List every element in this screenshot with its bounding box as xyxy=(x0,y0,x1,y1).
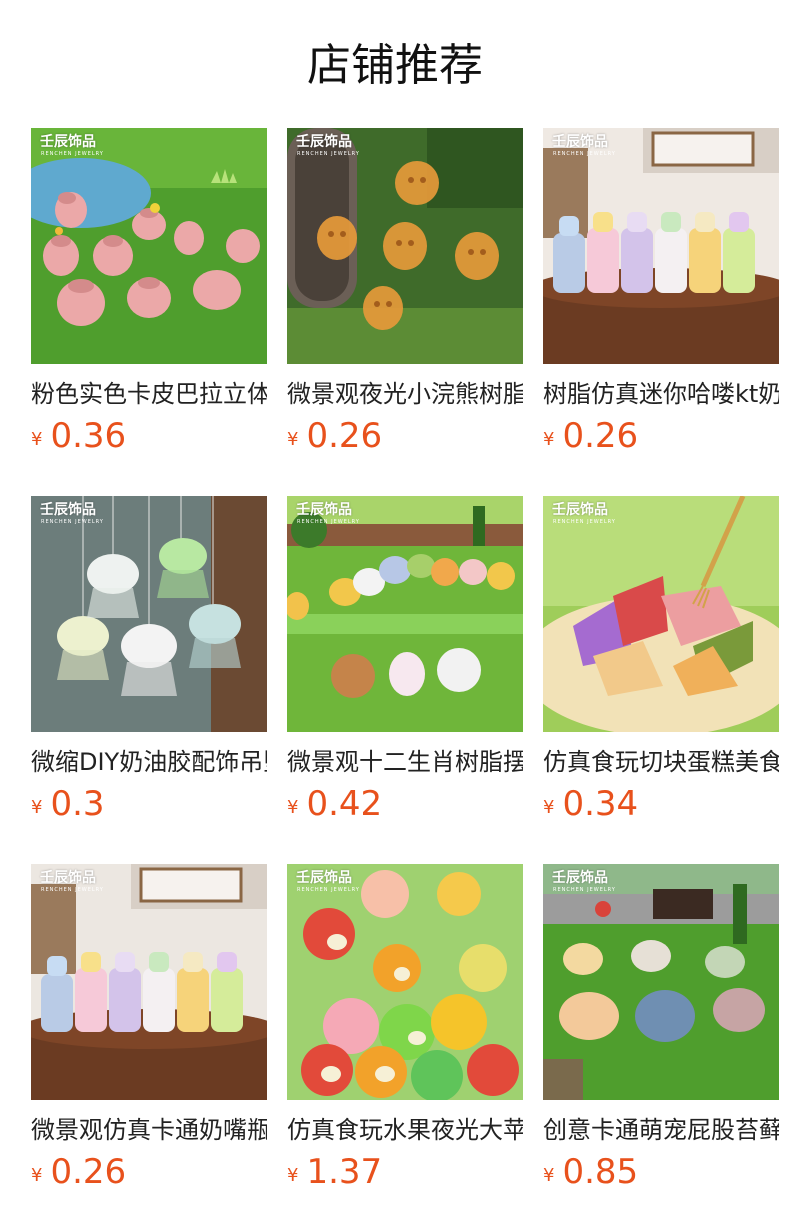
currency-symbol: ¥ xyxy=(543,1165,555,1186)
currency-symbol: ¥ xyxy=(287,1165,299,1186)
product-name[interactable]: 微景观十二生肖树脂摆件 xyxy=(287,745,523,779)
currency-symbol: ¥ xyxy=(31,797,43,818)
brand-logo-sub: RENCHEN JEWELRY xyxy=(41,519,104,525)
product-card[interactable]: 壬辰饰品 RENCHEN JEWELRY 微景观十二生肖树脂摆件 ¥0.42 xyxy=(287,496,523,836)
price-value: 0.85 xyxy=(562,1152,639,1192)
page-title: 店铺推荐 xyxy=(307,40,483,91)
product-price: ¥1.37 xyxy=(287,1150,382,1194)
brand-logo: 壬辰饰品 xyxy=(552,502,608,518)
product-image[interactable]: 壬辰饰品 RENCHEN JEWELRY xyxy=(543,128,779,364)
brand-logo-sub: RENCHEN JEWELRY xyxy=(41,151,104,157)
product-name[interactable]: 仿真食玩切块蛋糕美食 xyxy=(543,745,779,779)
product-card[interactable]: 壬辰饰品 RENCHEN JEWELRY 微景观夜光小浣熊树脂 ¥0.26 xyxy=(287,128,523,468)
currency-symbol: ¥ xyxy=(287,429,299,450)
cake-photo xyxy=(543,496,779,732)
currency-symbol: ¥ xyxy=(287,797,299,818)
product-image[interactable]: 壬辰饰品 RENCHEN JEWELRY xyxy=(543,496,779,732)
pet-butts-photo xyxy=(543,864,779,1100)
product-price: ¥0.26 xyxy=(287,414,382,458)
price-value: 1.37 xyxy=(306,1152,383,1192)
product-price: ¥0.3 xyxy=(31,782,105,826)
bear-pendants-photo xyxy=(31,496,267,732)
capybara-photo xyxy=(31,128,267,364)
product-price: ¥0.26 xyxy=(543,414,638,458)
currency-symbol: ¥ xyxy=(543,797,555,818)
product-image[interactable]: 壬辰饰品 RENCHEN JEWELRY xyxy=(31,128,267,364)
product-card[interactable]: 壬辰饰品 RENCHEN JEWELRY 微缩DIY奶油胶配饰吊坠 ¥0.3 xyxy=(31,496,267,836)
product-price: ¥0.36 xyxy=(31,414,126,458)
product-card[interactable]: 壬辰饰品 RENCHEN JEWELRY 仿真食玩水果夜光大苹果 ¥1.37 xyxy=(287,864,523,1204)
currency-symbol: ¥ xyxy=(31,429,43,450)
product-name[interactable]: 树脂仿真迷你哈喽kt奶瓶 xyxy=(543,377,779,411)
product-card[interactable]: 壬辰饰品 RENCHEN JEWELRY 创意卡通萌宠屁股苔藓 ¥0.85 xyxy=(543,864,779,1204)
product-name[interactable]: 仿真食玩水果夜光大苹果 xyxy=(287,1113,523,1147)
brand-logo: 壬辰饰品 xyxy=(296,502,352,518)
brand-logo-sub: RENCHEN JEWELRY xyxy=(297,151,360,157)
price-value: 0.42 xyxy=(306,784,383,824)
product-image[interactable]: 壬辰饰品 RENCHEN JEWELRY xyxy=(287,496,523,732)
currency-symbol: ¥ xyxy=(543,429,555,450)
price-value: 0.26 xyxy=(50,1152,127,1192)
brand-logo-sub: RENCHEN JEWELRY xyxy=(41,887,104,893)
product-name[interactable]: 粉色实色卡皮巴拉立体 xyxy=(31,377,267,411)
product-price: ¥0.42 xyxy=(287,782,382,826)
brand-logo: 壬辰饰品 xyxy=(552,870,608,886)
product-card[interactable]: 壬辰饰品 RENCHEN JEWELRY 粉色实色卡皮巴拉立体 ¥0.36 xyxy=(31,128,267,468)
product-price: ¥0.85 xyxy=(543,1150,638,1194)
product-image[interactable]: 壬辰饰品 RENCHEN JEWELRY xyxy=(543,864,779,1100)
product-name[interactable]: 创意卡通萌宠屁股苔藓 xyxy=(543,1113,779,1147)
fruit-photo xyxy=(287,864,523,1100)
raccoon-photo xyxy=(287,128,523,364)
brand-logo-sub: RENCHEN JEWELRY xyxy=(297,887,360,893)
currency-symbol: ¥ xyxy=(31,1165,43,1186)
price-value: 0.34 xyxy=(562,784,639,824)
price-value: 0.36 xyxy=(50,416,127,456)
product-name[interactable]: 微景观仿真卡通奶嘴瓶 xyxy=(31,1113,267,1147)
brand-logo-sub: RENCHEN JEWELRY xyxy=(553,887,616,893)
brand-logo: 壬辰饰品 xyxy=(296,134,352,150)
brand-logo: 壬辰饰品 xyxy=(40,502,96,518)
product-price: ¥0.34 xyxy=(543,782,638,826)
product-image[interactable]: 壬辰饰品 RENCHEN JEWELRY xyxy=(31,496,267,732)
price-value: 0.26 xyxy=(306,416,383,456)
zodiac-photo xyxy=(287,496,523,732)
product-image[interactable]: 壬辰饰品 RENCHEN JEWELRY xyxy=(31,864,267,1100)
product-card[interactable]: 壬辰饰品 RENCHEN JEWELRY 树脂仿真迷你哈喽kt奶瓶 ¥0.26 xyxy=(543,128,779,468)
brand-logo: 壬辰饰品 xyxy=(40,870,96,886)
kitty-bottles-photo xyxy=(31,864,267,1100)
product-card[interactable]: 壬辰饰品 RENCHEN JEWELRY 微景观仿真卡通奶嘴瓶 ¥0.26 xyxy=(31,864,267,1204)
product-image[interactable]: 壬辰饰品 RENCHEN JEWELRY xyxy=(287,128,523,364)
product-name[interactable]: 微景观夜光小浣熊树脂 xyxy=(287,377,523,411)
brand-logo: 壬辰饰品 xyxy=(296,870,352,886)
brand-logo: 壬辰饰品 xyxy=(40,134,96,150)
brand-logo-sub: RENCHEN JEWELRY xyxy=(297,519,360,525)
product-name[interactable]: 微缩DIY奶油胶配饰吊坠 xyxy=(31,745,267,779)
brand-logo: 壬辰饰品 xyxy=(552,134,608,150)
product-price: ¥0.26 xyxy=(31,1150,126,1194)
bottles-photo xyxy=(543,128,779,364)
price-value: 0.3 xyxy=(50,784,105,824)
brand-logo-sub: RENCHEN JEWELRY xyxy=(553,151,616,157)
price-value: 0.26 xyxy=(562,416,639,456)
brand-logo-sub: RENCHEN JEWELRY xyxy=(553,519,616,525)
product-card[interactable]: 壬辰饰品 RENCHEN JEWELRY 仿真食玩切块蛋糕美食 ¥0.34 xyxy=(543,496,779,836)
product-image[interactable]: 壬辰饰品 RENCHEN JEWELRY xyxy=(287,864,523,1100)
